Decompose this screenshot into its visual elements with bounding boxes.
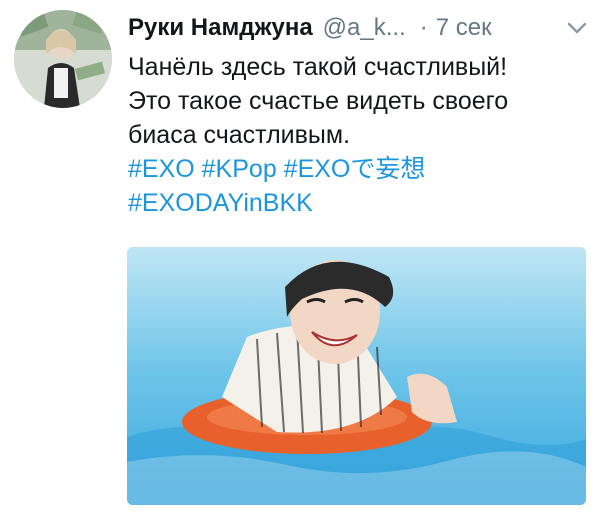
hashtag-line: #EXO #KPop #EXOで妄想	[128, 152, 590, 186]
tweet-photo[interactable]	[127, 247, 586, 505]
timestamp[interactable]: 7 сек	[436, 14, 492, 42]
author-name[interactable]: Руки Намджуна	[128, 14, 313, 42]
tweet-header: Руки Намджуна @a_k... · 7 сек	[128, 10, 590, 46]
tweet-card: Руки Намджуна @a_k... · 7 сек Чанёль зде…	[0, 0, 604, 520]
hashtag-link[interactable]: #EXODAYinBKK	[128, 189, 313, 217]
tweet-text: Чанёль здесь такой счастливый! Это такое…	[128, 50, 590, 152]
tweet-text-line: Чанёль здесь такой счастливый!	[128, 53, 508, 81]
tweet-text-line: биаса счастливым.	[128, 121, 351, 149]
tweet-content: Руки Намджуна @a_k... · 7 сек Чанёль зде…	[128, 10, 590, 220]
hashtag-link[interactable]: #EXO	[128, 155, 195, 183]
photo-image	[127, 247, 586, 505]
hashtag-line: #EXODAYinBKK	[128, 186, 590, 220]
avatar[interactable]	[14, 10, 112, 108]
chevron-down-icon[interactable]	[564, 15, 590, 41]
hashtag-link[interactable]: #KPop	[202, 155, 277, 183]
separator-dot: ·	[419, 14, 428, 41]
author-handle[interactable]: @a_k...	[323, 14, 406, 42]
avatar-image	[14, 10, 112, 108]
hashtag-link[interactable]: #EXOで妄想	[284, 155, 426, 183]
tweet-text-line: Это такое счастье видеть своего	[128, 87, 509, 115]
hashtags: #EXO #KPop #EXOで妄想 #EXODAYinBKK	[128, 152, 590, 220]
